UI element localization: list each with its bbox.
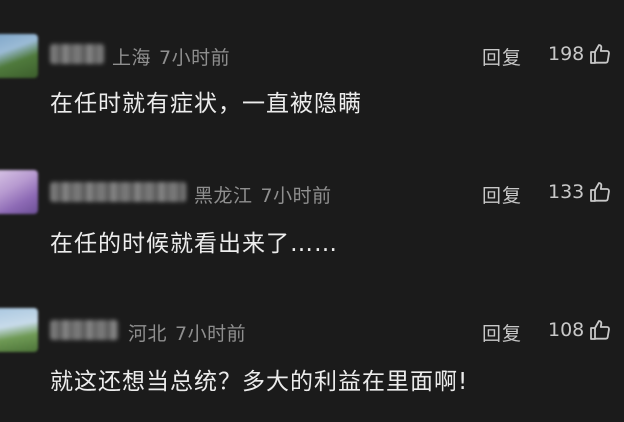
like-count: 108 (548, 319, 585, 341)
username-blurred[interactable] (50, 320, 118, 340)
comment-meta: 黑龙江 7小时前 (194, 181, 332, 208)
comment-time: 7小时前 (175, 323, 247, 345)
like-button[interactable]: 108 (548, 318, 612, 342)
comment-meta: 河北 7小时前 (128, 319, 246, 346)
thumbs-up-icon (588, 180, 612, 204)
comment-location: 黑龙江 (194, 185, 253, 207)
comment-time: 7小时前 (260, 185, 332, 207)
comment-item: 河北 7小时前 就这还想当总统？多大的利益在里面啊! 回复 108 (0, 0, 624, 395)
reply-button[interactable]: 回复 (482, 181, 522, 208)
avatar[interactable] (0, 170, 38, 214)
like-button[interactable]: 133 (548, 180, 612, 204)
comment-text: 在任的时候就看出来了…… (50, 231, 338, 257)
thumbs-up-icon (588, 318, 612, 342)
comment-text: 就这还想当总统？多大的利益在里面啊! (50, 369, 469, 395)
like-count: 133 (548, 181, 585, 203)
reply-button[interactable]: 回复 (482, 319, 522, 346)
username-blurred[interactable] (50, 182, 186, 202)
avatar[interactable] (0, 308, 38, 352)
comment-location: 河北 (128, 323, 168, 345)
